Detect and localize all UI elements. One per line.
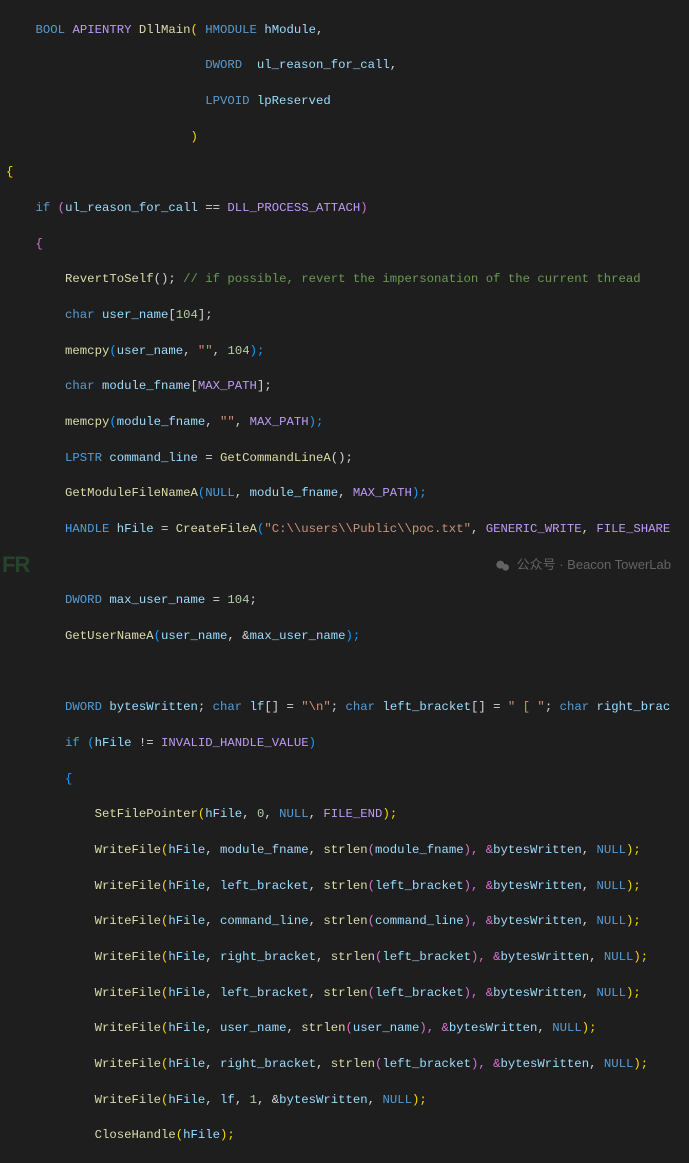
left-watermark: FR (2, 549, 29, 581)
code-line: SetFilePointer(hFile, 0, NULL, FILE_END)… (6, 806, 689, 824)
code-line: WriteFile(hFile, left_bracket, strlen(le… (6, 985, 689, 1003)
code-line: WriteFile(hFile, left_bracket, strlen(le… (6, 878, 689, 896)
code-line: WriteFile(hFile, command_line, strlen(co… (6, 913, 689, 931)
code-line: char module_fname[MAX_PATH]; (6, 378, 689, 396)
code-line: WriteFile(hFile, user_name, strlen(user_… (6, 1020, 689, 1038)
code-line: DWORD bytesWritten; char lf[] = "\n"; ch… (6, 699, 689, 717)
code-line: GetUserNameA(user_name, &max_user_name); (6, 628, 689, 646)
code-line: WriteFile(hFile, lf, 1, &bytesWritten, N… (6, 1092, 689, 1110)
code-line: { (6, 236, 689, 254)
code-line: HANDLE hFile = CreateFileA("C:\\users\\P… (6, 521, 689, 539)
code-line: { (6, 771, 689, 789)
code-line: DWORD max_user_name = 104; (6, 592, 689, 610)
code-line: LPSTR command_line = GetCommandLineA(); (6, 450, 689, 468)
watermark: 公众号 · Beacon TowerLab (495, 556, 671, 575)
wechat-icon (495, 558, 511, 574)
watermark-label: 公众号 · Beacon TowerLab (517, 556, 671, 575)
code-line: LPVOID lpReserved (6, 93, 689, 111)
code-line: memcpy(user_name, "", 104); (6, 343, 689, 361)
code-line: GetModuleFileNameA(NULL, module_fname, M… (6, 485, 689, 503)
code-line: if (ul_reason_for_call == DLL_PROCESS_AT… (6, 200, 689, 218)
code-line: WriteFile(hFile, right_bracket, strlen(l… (6, 1056, 689, 1074)
code-line: if (hFile != INVALID_HANDLE_VALUE) (6, 735, 689, 753)
code-line: WriteFile(hFile, module_fname, strlen(mo… (6, 842, 689, 860)
code-line: { (6, 164, 689, 182)
code-line: DWORD ul_reason_for_call, (6, 57, 689, 75)
code-editor[interactable]: BOOL APIENTRY DllMain( HMODULE hModule, … (0, 4, 689, 1163)
code-line: char user_name[104]; (6, 307, 689, 325)
code-line: CloseHandle(hFile); (6, 1127, 689, 1145)
code-line: WriteFile(hFile, right_bracket, strlen(l… (6, 949, 689, 967)
code-line: ) (6, 129, 689, 147)
code-line: BOOL APIENTRY DllMain( HMODULE hModule, (6, 22, 689, 40)
code-line: RevertToSelf(); // if possible, revert t… (6, 271, 689, 289)
code-line: memcpy(module_fname, "", MAX_PATH); (6, 414, 689, 432)
code-line (6, 664, 689, 682)
